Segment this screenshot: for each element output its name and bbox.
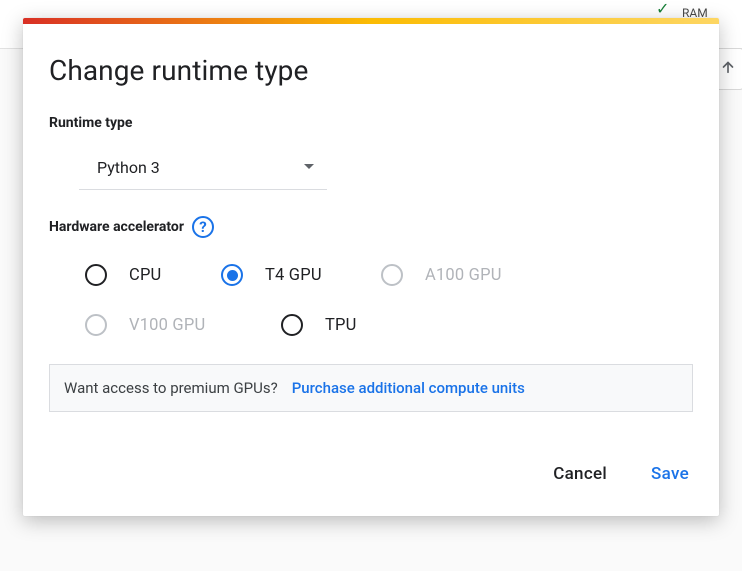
runtime-type-dropdown[interactable]: Python 3 — [79, 145, 327, 190]
dialog-title: Change runtime type — [49, 54, 693, 87]
radio-circle-icon — [221, 264, 243, 286]
help-icon[interactable]: ? — [192, 216, 214, 238]
premium-gpu-text: Want access to premium GPUs? — [64, 379, 278, 397]
radio-cpu[interactable]: CPU — [85, 264, 221, 286]
radio-cpu-label: CPU — [129, 266, 161, 285]
radio-a100-gpu-label: A100 GPU — [425, 266, 502, 285]
cancel-button[interactable]: Cancel — [549, 458, 611, 490]
radio-circle-icon — [381, 264, 403, 286]
radio-t4-gpu-label: T4 GPU — [265, 266, 322, 285]
runtime-type-value: Python 3 — [79, 158, 160, 177]
save-button[interactable]: Save — [647, 458, 693, 490]
checkmark-icon: ✓ — [656, 2, 669, 16]
radio-circle-icon — [281, 314, 303, 336]
change-runtime-dialog: Change runtime type Runtime type Python … — [23, 18, 719, 516]
radio-t4-gpu[interactable]: T4 GPU — [221, 264, 381, 286]
radio-tpu-label: TPU — [325, 316, 357, 335]
purchase-compute-link[interactable]: Purchase additional compute units — [292, 379, 525, 397]
dialog-footer: Cancel Save — [23, 458, 719, 516]
upload-icon — [719, 58, 737, 81]
radio-v100-gpu-label: V100 GPU — [129, 316, 205, 335]
chevron-down-icon — [303, 163, 315, 171]
radio-tpu[interactable]: TPU — [281, 314, 441, 336]
hardware-accelerator-options: CPU T4 GPU A100 GPU V100 GPU T — [85, 264, 693, 336]
radio-circle-icon — [85, 314, 107, 336]
radio-v100-gpu: V100 GPU — [85, 314, 281, 336]
premium-gpu-banner: Want access to premium GPUs? Purchase ad… — [49, 364, 693, 412]
hardware-accelerator-label-text: Hardware accelerator — [49, 219, 184, 235]
hardware-accelerator-label: Hardware accelerator ? — [49, 216, 693, 238]
runtime-type-label: Runtime type — [49, 115, 693, 131]
radio-a100-gpu: A100 GPU — [381, 264, 551, 286]
radio-circle-icon — [85, 264, 107, 286]
